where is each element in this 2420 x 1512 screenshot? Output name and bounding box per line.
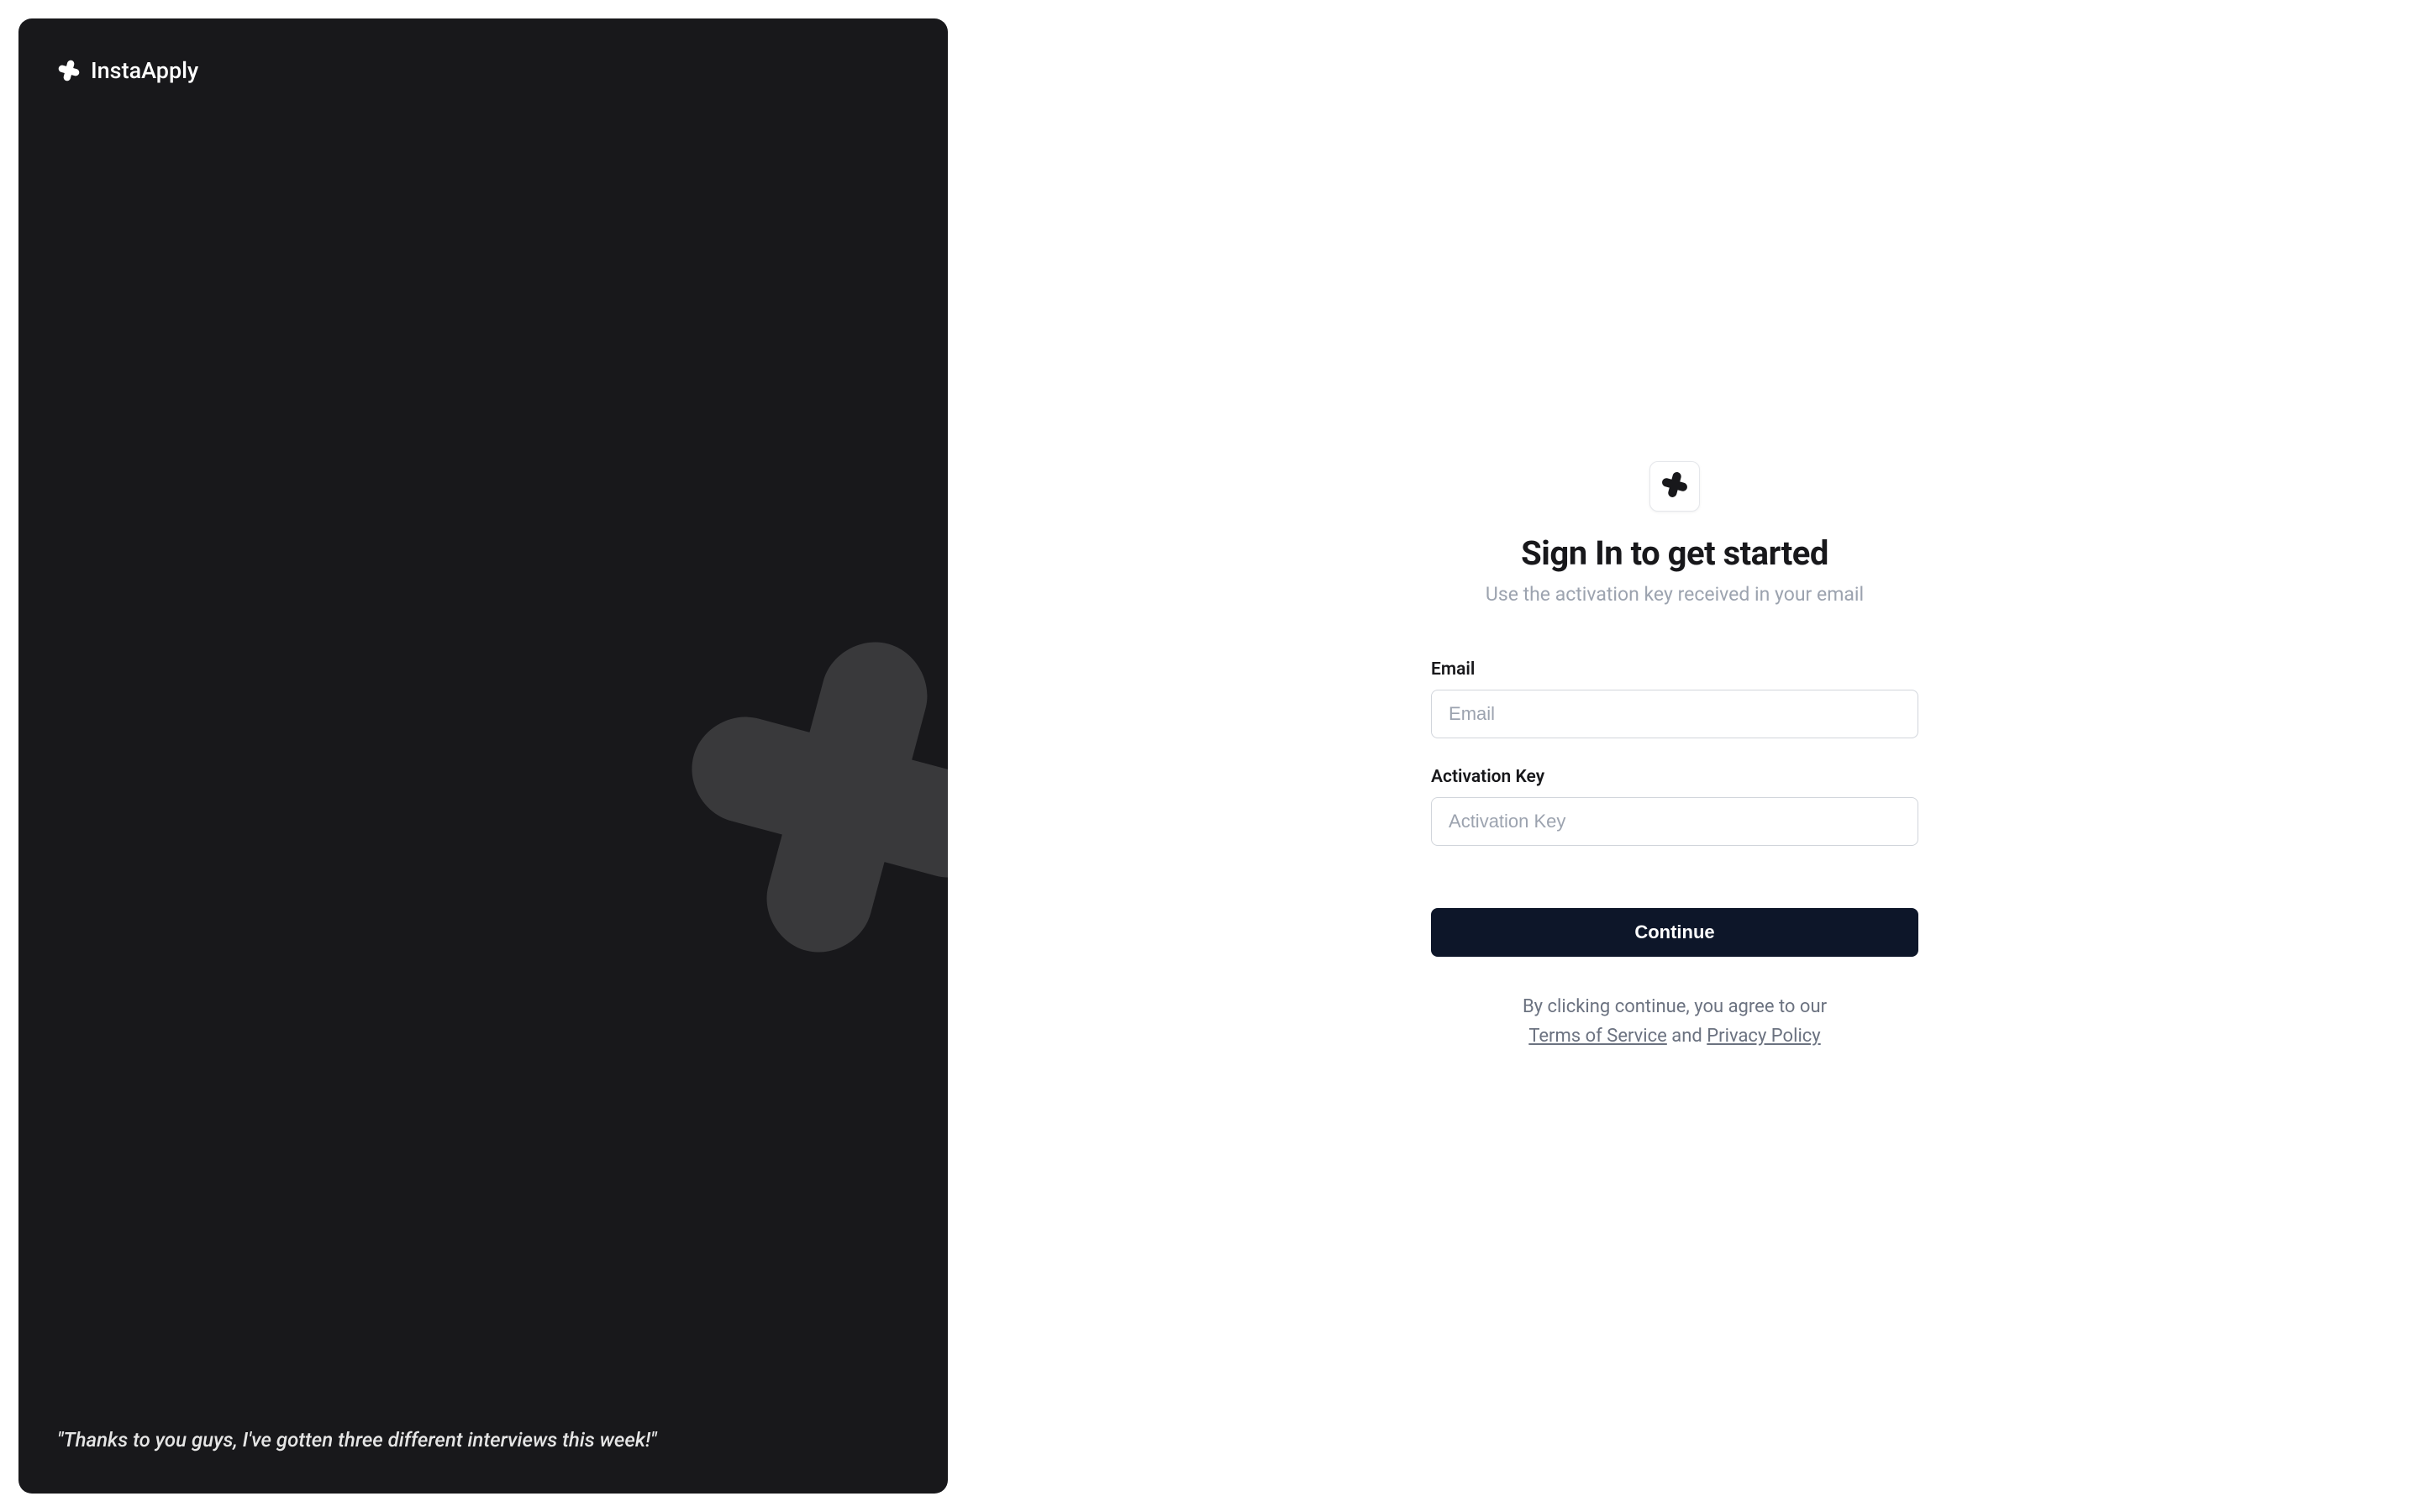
sidebar-header: InstaApply xyxy=(57,57,909,84)
continue-button[interactable]: Continue xyxy=(1431,908,1918,957)
page-subtitle: Use the activation key received in your … xyxy=(1486,583,1864,606)
sidebar: InstaApply "Thanks to you guys, I've got… xyxy=(18,18,948,1494)
brand-logo-icon xyxy=(57,59,81,82)
email-input[interactable] xyxy=(1431,690,1918,738)
email-field-group: Email xyxy=(1431,659,1918,738)
sidebar-bg-icon xyxy=(671,621,948,974)
terms-link[interactable]: Terms of Service xyxy=(1528,1026,1667,1047)
signin-box: Sign In to get started Use the activatio… xyxy=(1431,461,1918,1051)
main-panel: Sign In to get started Use the activatio… xyxy=(948,18,2402,1494)
brand-logo-icon xyxy=(1660,470,1689,502)
testimonial-quote: "Thanks to you guys, I've gotten three d… xyxy=(57,1425,909,1455)
privacy-link[interactable]: Privacy Policy xyxy=(1707,1026,1820,1047)
page-title: Sign In to get started xyxy=(1521,533,1828,573)
activation-key-field-group: Activation Key xyxy=(1431,767,1918,846)
legal-conjunction: and xyxy=(1671,1026,1707,1047)
activation-key-label: Activation Key xyxy=(1431,767,1918,787)
legal-text: By clicking continue, you agree to our T… xyxy=(1431,992,1918,1051)
logo-badge xyxy=(1649,461,1700,512)
brand-name: InstaApply xyxy=(91,57,198,84)
legal-prefix: By clicking continue, you agree to our xyxy=(1523,996,1827,1017)
activation-key-input[interactable] xyxy=(1431,797,1918,846)
email-label: Email xyxy=(1431,659,1918,680)
signin-form: Email Activation Key Continue By clickin… xyxy=(1431,659,1918,1051)
